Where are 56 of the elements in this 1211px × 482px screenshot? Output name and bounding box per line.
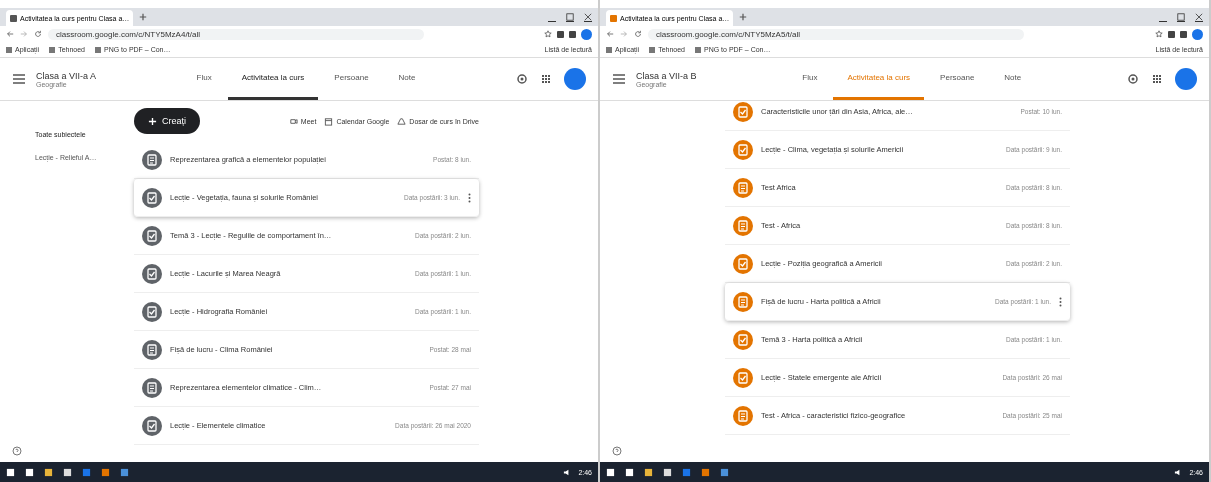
- plus-icon: [148, 116, 157, 126]
- more-options-icon[interactable]: [468, 192, 471, 203]
- back-arrow-icon[interactable]: [6, 30, 14, 38]
- clipboard-check-icon: [733, 253, 753, 274]
- class-name[interactable]: Clasa a VII-a A: [36, 70, 97, 81]
- clipboard-check-icon: [733, 139, 753, 160]
- clipboard-check-icon: [142, 187, 162, 208]
- clipboard-check-icon: [733, 367, 753, 388]
- create-button[interactable]: Creați: [134, 108, 200, 134]
- profile-avatar[interactable]: [1175, 68, 1197, 90]
- document-icon: [733, 177, 753, 198]
- gear-icon[interactable]: [1127, 73, 1139, 85]
- maximize-icon[interactable]: [1177, 12, 1185, 22]
- clipboard-check-icon: [142, 225, 162, 246]
- star-icon[interactable]: [1155, 30, 1163, 38]
- maximize-icon[interactable]: [566, 12, 574, 22]
- address-bar[interactable]: classroom.google.com/c/NTY5MzA4/t/all: [48, 28, 424, 40]
- document-icon: [733, 215, 753, 236]
- nav-tab[interactable]: Flux: [788, 58, 832, 100]
- plus-icon[interactable]: [739, 13, 748, 21]
- reload-icon[interactable]: [634, 30, 642, 38]
- document-icon: [733, 405, 753, 426]
- close-icon[interactable]: [584, 12, 592, 22]
- clipboard-check-icon: [142, 415, 162, 436]
- gear-icon[interactable]: [516, 73, 528, 85]
- profile-avatar[interactable]: [581, 28, 592, 40]
- apps-grid-icon[interactable]: [1151, 73, 1163, 85]
- menu-icon[interactable]: [12, 73, 26, 85]
- nav-tab[interactable]: Note: [384, 58, 430, 100]
- nav-tab[interactable]: Note: [990, 58, 1036, 100]
- star-icon[interactable]: [544, 30, 552, 38]
- nav-tab[interactable]: Activitatea la curs: [227, 58, 319, 100]
- menu-icon[interactable]: [612, 73, 626, 85]
- profile-avatar[interactable]: [564, 68, 586, 90]
- clipboard-check-icon: [733, 101, 753, 122]
- class-name[interactable]: Clasa a VII-a B: [636, 70, 697, 81]
- calendar-icon: [324, 116, 334, 126]
- close-icon[interactable]: [1195, 12, 1203, 22]
- more-options-icon[interactable]: [1059, 296, 1062, 307]
- document-icon: [142, 339, 162, 360]
- clipboard-check-icon: [733, 329, 753, 350]
- document-icon: [142, 377, 162, 398]
- address-bar[interactable]: classroom.google.com/c/NTY5MzA5/t/all: [648, 28, 1024, 40]
- plus-icon[interactable]: [139, 13, 148, 21]
- back-arrow-icon[interactable]: [606, 30, 614, 38]
- document-icon: [142, 149, 162, 170]
- nav-tab[interactable]: Flux: [182, 58, 226, 100]
- nav-tab[interactable]: Persoane: [926, 58, 989, 100]
- document-icon: [733, 291, 753, 312]
- apps-grid-icon[interactable]: [540, 73, 552, 85]
- clipboard-check-icon: [142, 301, 162, 322]
- clipboard-check-icon: [142, 263, 162, 284]
- reload-icon[interactable]: [34, 30, 42, 38]
- nav-tab[interactable]: Persoane: [320, 58, 383, 100]
- profile-avatar[interactable]: [1192, 28, 1203, 40]
- video-camera-icon: [288, 116, 298, 126]
